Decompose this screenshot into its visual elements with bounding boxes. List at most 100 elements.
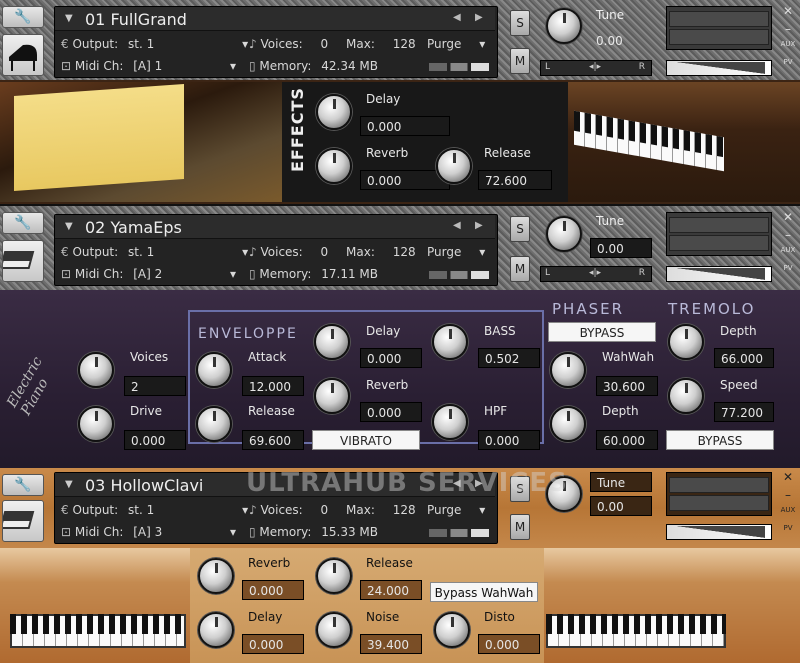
tremolo-depth-label: Depth — [720, 324, 757, 338]
attack-value: 12.000 — [242, 376, 304, 396]
disto-knob[interactable] — [434, 612, 470, 648]
pv-button[interactable]: PV — [780, 58, 796, 66]
reverb-knob[interactable] — [198, 558, 234, 594]
voices-label: Voices: — [260, 503, 303, 517]
hpf-label: HPF — [484, 404, 508, 418]
mute-button[interactable]: M — [510, 514, 530, 540]
solo-button[interactable]: S — [510, 10, 530, 36]
pan-handle-icon[interactable]: ◂|▸ — [589, 268, 601, 278]
chevron-down-icon: ▾ — [242, 503, 249, 517]
wrench-icon[interactable]: 🔧 — [2, 474, 44, 496]
bypass-wahwah-button[interactable]: Bypass WahWah — [430, 582, 538, 602]
next-arrow-icon[interactable]: ▶ — [475, 220, 483, 231]
memory-row: ▯ Memory: 15.33 MB — [249, 525, 378, 539]
aux-button[interactable]: AUX — [780, 40, 796, 48]
delay-knob[interactable] — [314, 324, 350, 360]
pv-button[interactable]: PV — [780, 264, 796, 272]
hpf-knob[interactable] — [432, 404, 468, 440]
instrument-header-1: 🔧 ▼ 01 FullGrand ◀ ▶ € Output: st. 1 ▾ ♪… — [0, 0, 800, 80]
chevron-down-icon[interactable]: ▼ — [65, 13, 73, 24]
tremolo-depth-knob[interactable] — [668, 324, 704, 360]
max-value: 128 — [392, 503, 416, 517]
close-icon[interactable]: ✕ — [780, 210, 796, 224]
wrench-icon[interactable]: 🔧 — [2, 212, 44, 234]
tune-knob[interactable] — [546, 8, 582, 44]
output-row[interactable]: € Output: st. 1 ▾ — [61, 245, 248, 259]
attack-knob[interactable] — [196, 352, 232, 388]
output-row[interactable]: € Output: st. 1 ▾ — [61, 37, 248, 51]
speed-knob[interactable] — [668, 378, 704, 414]
midi-label: Midi Ch: — [74, 525, 124, 539]
noise-knob[interactable] — [316, 612, 352, 648]
pan-slider[interactable]: L ◂|▸ R — [540, 60, 652, 76]
mute-button[interactable]: M — [510, 256, 530, 282]
wrench-icon[interactable]: 🔧 — [2, 6, 44, 28]
midi-row[interactable]: ⊡ Midi Ch: [A] 3 ▾ — [61, 525, 236, 539]
instrument-name[interactable]: 02 YamaEps — [85, 218, 182, 237]
release-label: Release — [366, 556, 413, 570]
prev-arrow-icon[interactable]: ◀ — [453, 220, 461, 231]
drive-knob[interactable] — [78, 406, 114, 442]
midi-row[interactable]: ⊡ Midi Ch: [A] 1 ▾ — [61, 59, 236, 73]
mute-button[interactable]: M — [510, 48, 530, 74]
phaser-depth-knob[interactable] — [550, 406, 586, 442]
release-knob[interactable] — [196, 406, 232, 442]
effects-title: EFFECTS — [288, 87, 307, 172]
reverb-label: Reverb — [366, 378, 409, 392]
pan-handle-icon[interactable]: ◂|▸ — [589, 62, 601, 72]
memory-value: 42.34 MB — [321, 59, 378, 73]
minimize-icon[interactable]: – — [780, 22, 796, 36]
volume-slider[interactable] — [666, 60, 772, 76]
pan-right-label: R — [638, 268, 645, 278]
instrument-name[interactable]: 03 HollowClavi — [85, 476, 203, 495]
pan-slider[interactable]: L ◂|▸ R — [540, 266, 652, 282]
clavi-photo-right — [544, 548, 800, 663]
release-knob[interactable] — [316, 558, 352, 594]
aux-button[interactable]: AUX — [780, 246, 796, 254]
solo-button[interactable]: S — [510, 216, 530, 242]
level-meter — [666, 212, 772, 256]
tremolo-bypass-button[interactable]: BYPASS — [666, 430, 774, 450]
midi-row[interactable]: ⊡ Midi Ch: [A] 2 ▾ — [61, 267, 236, 281]
speed-label: Speed — [720, 378, 758, 392]
minimize-icon[interactable]: – — [780, 488, 796, 502]
prev-arrow-icon[interactable]: ◀ — [453, 12, 461, 23]
aux-button[interactable]: AUX — [780, 506, 796, 514]
close-icon[interactable]: ✕ — [780, 470, 796, 484]
release-knob[interactable] — [436, 148, 472, 184]
delay-knob[interactable] — [316, 94, 352, 130]
max-value: 128 — [392, 245, 416, 259]
watermark: ULTRAHUB SERVICES — [246, 468, 568, 498]
purge-menu[interactable]: Purge ▾ — [427, 503, 485, 517]
voices-knob[interactable] — [78, 352, 114, 388]
release-value: 72.600 — [478, 170, 552, 190]
instrument-name[interactable]: 01 FullGrand — [85, 10, 187, 29]
close-icon[interactable]: ✕ — [780, 4, 796, 18]
next-arrow-icon[interactable]: ▶ — [475, 12, 483, 23]
level-indicator — [429, 529, 489, 537]
phaser-bypass-button[interactable]: BYPASS — [548, 322, 656, 342]
delay-value: 0.000 — [360, 348, 422, 368]
output-row[interactable]: € Output: st. 1 ▾ — [61, 503, 248, 517]
pan-right-label: R — [638, 62, 645, 72]
volume-slider[interactable] — [666, 524, 772, 540]
reverb-knob[interactable] — [316, 148, 352, 184]
pv-button[interactable]: PV — [780, 524, 796, 532]
chevron-down-icon[interactable]: ▼ — [65, 221, 73, 232]
reverb-knob[interactable] — [314, 378, 350, 414]
purge-menu[interactable]: Purge ▾ — [427, 37, 485, 51]
tune-label: Tune — [596, 214, 625, 228]
memory-label: Memory: — [259, 525, 312, 539]
delay-knob[interactable] — [198, 612, 234, 648]
tune-knob[interactable] — [546, 216, 582, 252]
wahwah-knob[interactable] — [550, 352, 586, 388]
vibrato-button[interactable]: VIBRATO — [312, 430, 420, 450]
pan-left-label: L — [545, 268, 551, 278]
minimize-icon[interactable]: – — [780, 228, 796, 242]
output-value: st. 1 — [128, 37, 155, 51]
chevron-down-icon[interactable]: ▼ — [65, 479, 73, 490]
bass-knob[interactable] — [432, 324, 468, 360]
purge-menu[interactable]: Purge ▾ — [427, 245, 485, 259]
volume-slider[interactable] — [666, 266, 772, 282]
reverb-value: 0.000 — [242, 580, 304, 600]
